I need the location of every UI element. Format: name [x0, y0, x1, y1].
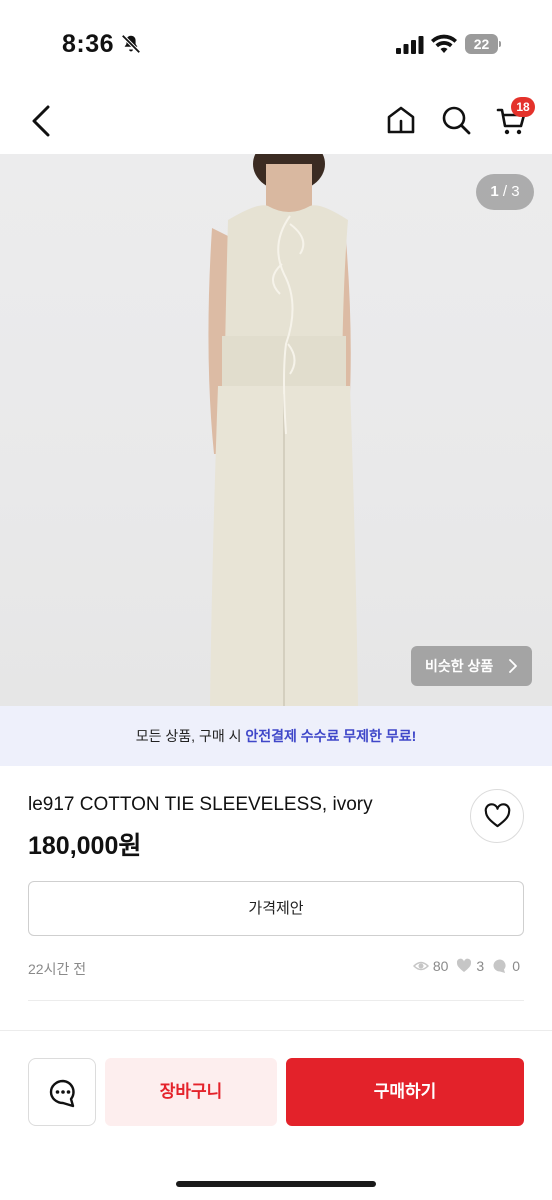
divider	[28, 1000, 524, 1001]
similar-products-label: 비슷한 상품	[425, 658, 494, 674]
chat-bubble-icon	[493, 959, 506, 973]
search-icon[interactable]	[440, 104, 472, 136]
like-count: 3	[476, 958, 485, 974]
status-bar: 8:36 22	[0, 0, 552, 90]
wishlist-button[interactable]	[470, 789, 524, 843]
page-total: 3	[511, 183, 520, 200]
chevron-right-icon	[509, 659, 517, 673]
heart-icon	[484, 803, 511, 828]
status-time: 8:36	[62, 30, 115, 58]
cart-count-badge: 18	[511, 97, 535, 117]
promo-banner[interactable]: 모든 상품, 구매 시 안전결제 수수료 무제한 무료!	[0, 706, 552, 766]
similar-products-button[interactable]: 비슷한 상품	[411, 646, 532, 686]
page-indicator: 1 / 3	[476, 174, 534, 210]
product-price: 180,000원	[28, 832, 142, 860]
promo-prefix: 모든 상품, 구매 시	[135, 728, 246, 744]
product-title: le917 COTTON TIE SLEEVELESS, ivory	[28, 794, 373, 815]
divider	[0, 1030, 552, 1031]
add-to-cart-button[interactable]: 장바구니	[105, 1058, 277, 1126]
signal-icon	[396, 36, 424, 54]
buy-now-button[interactable]: 구매하기	[286, 1058, 524, 1126]
chat-icon	[49, 1079, 75, 1108]
posted-time: 22시간 전	[28, 961, 87, 977]
bell-slash-icon	[121, 34, 141, 54]
page-current: 1	[490, 183, 499, 200]
promo-highlight: 안전결제 수수료 무제한 무료!	[245, 728, 417, 744]
wifi-icon	[431, 34, 457, 53]
heart-icon	[457, 958, 472, 972]
view-count: 80	[432, 958, 449, 974]
page-separator: /	[498, 183, 512, 200]
battery-tip	[499, 41, 501, 47]
battery-level: 22	[465, 34, 498, 54]
meta-row: 22시간 전 80 3 0	[28, 956, 524, 980]
product-image-carousel[interactable]: 1 / 3 비슷한 상품	[0, 154, 552, 706]
meta-stats: 80 3 0	[412, 958, 524, 974]
home-icon[interactable]	[385, 104, 417, 136]
product-photo	[208, 154, 358, 706]
back-icon[interactable]	[28, 103, 56, 139]
top-nav: 18	[0, 90, 552, 154]
chat-button[interactable]	[28, 1058, 96, 1126]
battery-indicator: 22	[465, 34, 501, 54]
chat-count: 0	[512, 958, 520, 974]
eye-icon	[412, 961, 429, 971]
price-offer-button[interactable]: 가격제안	[28, 881, 524, 936]
home-indicator	[176, 1181, 376, 1187]
